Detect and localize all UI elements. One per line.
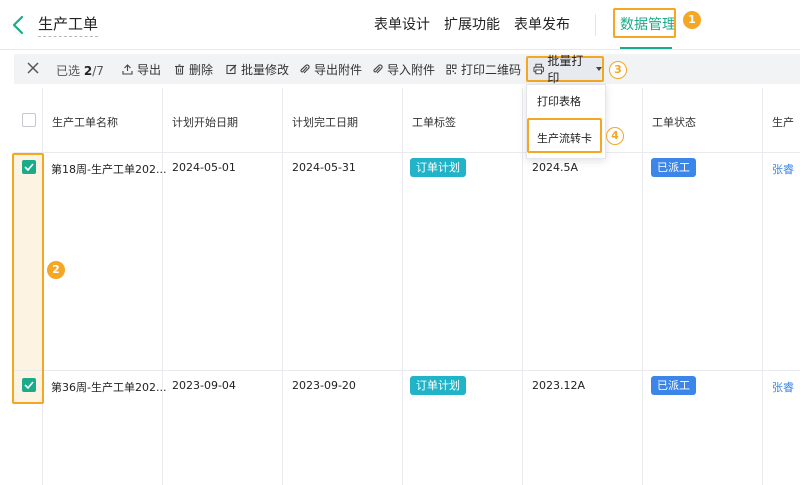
selected-prefix: 已选 — [56, 64, 81, 78]
qrcode-icon — [446, 64, 457, 74]
tab-extensions[interactable]: 扩展功能 — [444, 16, 500, 34]
row-start-date: 2023-09-04 — [172, 379, 236, 392]
trash-icon — [175, 63, 184, 75]
check-icon — [24, 381, 34, 389]
column-divider — [282, 88, 283, 485]
row-name[interactable]: 第18周-生产工单202... — [51, 161, 166, 177]
check-icon — [24, 163, 34, 171]
tab-data-management[interactable]: 数据管理 — [620, 16, 676, 34]
export-attachments-button[interactable]: 导出附件 — [299, 61, 362, 77]
active-tab-indicator — [620, 47, 672, 49]
chevron-left-icon[interactable] — [10, 14, 26, 36]
status-badge: 已派工 — [651, 158, 696, 177]
row-assignee[interactable]: 张睿 — [772, 379, 794, 395]
row-checkbox[interactable] — [22, 378, 36, 392]
print-qrcode-button[interactable]: 打印二维码 — [446, 61, 521, 77]
bulk-edit-button[interactable]: 批量修改 — [226, 61, 289, 77]
bulk-action-toolbar: 已选 2/7 导出 删除 批量修改 导出附件 导入附件 打印二维码 — [14, 54, 800, 84]
import-attachments-button[interactable]: 导入附件 — [372, 61, 435, 77]
form-title[interactable]: 生产工单 — [38, 15, 99, 37]
column-divider — [642, 88, 643, 485]
selected-count: 2 — [83, 64, 93, 78]
row-checkbox[interactable] — [22, 160, 36, 174]
column-header-start-date[interactable]: 计划开始日期 — [172, 114, 238, 130]
menu-item-print-table[interactable]: 打印表格 — [537, 93, 581, 109]
top-header: 生产工单 表单设计 扩展功能 表单发布 数据管理 — [0, 0, 800, 50]
paperclip-icon — [300, 63, 310, 73]
row-tag: 订单计划 — [410, 158, 466, 177]
import-attachments-label: 导入附件 — [387, 62, 436, 77]
selected-total: /7 — [92, 64, 104, 78]
row-name[interactable]: 第36周-生产工单202... — [51, 379, 166, 395]
column-divider — [402, 88, 403, 485]
bulk-edit-label: 批量修改 — [241, 62, 290, 77]
printer-icon — [533, 63, 544, 75]
caret-down-icon — [596, 67, 602, 71]
row-batch: 2023.12A — [532, 379, 586, 392]
status-badge: 已派工 — [651, 376, 696, 395]
row-end-date: 2023-09-20 — [292, 379, 356, 392]
selection-count: 已选 2/7 — [56, 62, 104, 79]
selected-column-highlight — [14, 154, 42, 404]
annotation-marker-4: 4 — [606, 127, 624, 145]
row-batch: 2024.5A — [532, 161, 579, 174]
tab-divider — [595, 14, 596, 36]
column-header-name[interactable]: 生产工单名称 — [52, 114, 118, 130]
upload-icon — [122, 63, 133, 75]
column-divider — [522, 88, 523, 485]
bulk-print-dropdown: 打印表格 生产流转卡 — [526, 84, 606, 159]
column-header-tag[interactable]: 工单标签 — [412, 114, 456, 130]
edit-icon — [226, 64, 237, 74]
row-start-date: 2024-05-01 — [172, 161, 236, 174]
column-header-production[interactable]: 生产 — [772, 114, 794, 130]
row-divider — [14, 370, 800, 371]
column-header-status[interactable]: 工单状态 — [652, 114, 696, 130]
bulk-print-button[interactable]: 批量打印 — [526, 54, 604, 85]
export-label: 导出 — [137, 62, 162, 77]
annotation-marker-3: 3 — [609, 61, 627, 79]
row-divider — [14, 152, 800, 153]
select-all-checkbox[interactable] — [22, 113, 36, 127]
tab-form-publish[interactable]: 表单发布 — [514, 16, 570, 34]
row-assignee[interactable]: 张睿 — [772, 161, 794, 177]
tab-form-design[interactable]: 表单设计 — [374, 16, 430, 34]
close-icon[interactable] — [26, 61, 40, 75]
paperclip-icon — [373, 63, 383, 73]
menu-item-production-flow-card[interactable]: 生产流转卡 — [537, 130, 592, 146]
column-divider — [762, 88, 763, 485]
annotation-marker-1: 1 — [683, 11, 701, 29]
annotation-marker-2: 2 — [47, 261, 65, 279]
column-header-end-date[interactable]: 计划完工日期 — [292, 114, 358, 130]
bulk-print-label: 批量打印 — [547, 54, 584, 85]
row-end-date: 2024-05-31 — [292, 161, 356, 174]
export-attachments-label: 导出附件 — [314, 62, 363, 77]
data-table: 生产工单名称 计划开始日期 计划完工日期 工单标签 工单状态 生产 第18周-生… — [14, 88, 800, 485]
row-tag: 订单计划 — [410, 376, 466, 395]
delete-button[interactable]: 删除 — [174, 61, 213, 77]
column-divider — [162, 88, 163, 485]
print-qrcode-label: 打印二维码 — [461, 62, 522, 77]
export-button[interactable]: 导出 — [122, 61, 161, 77]
delete-label: 删除 — [189, 62, 214, 77]
column-divider — [42, 88, 43, 485]
